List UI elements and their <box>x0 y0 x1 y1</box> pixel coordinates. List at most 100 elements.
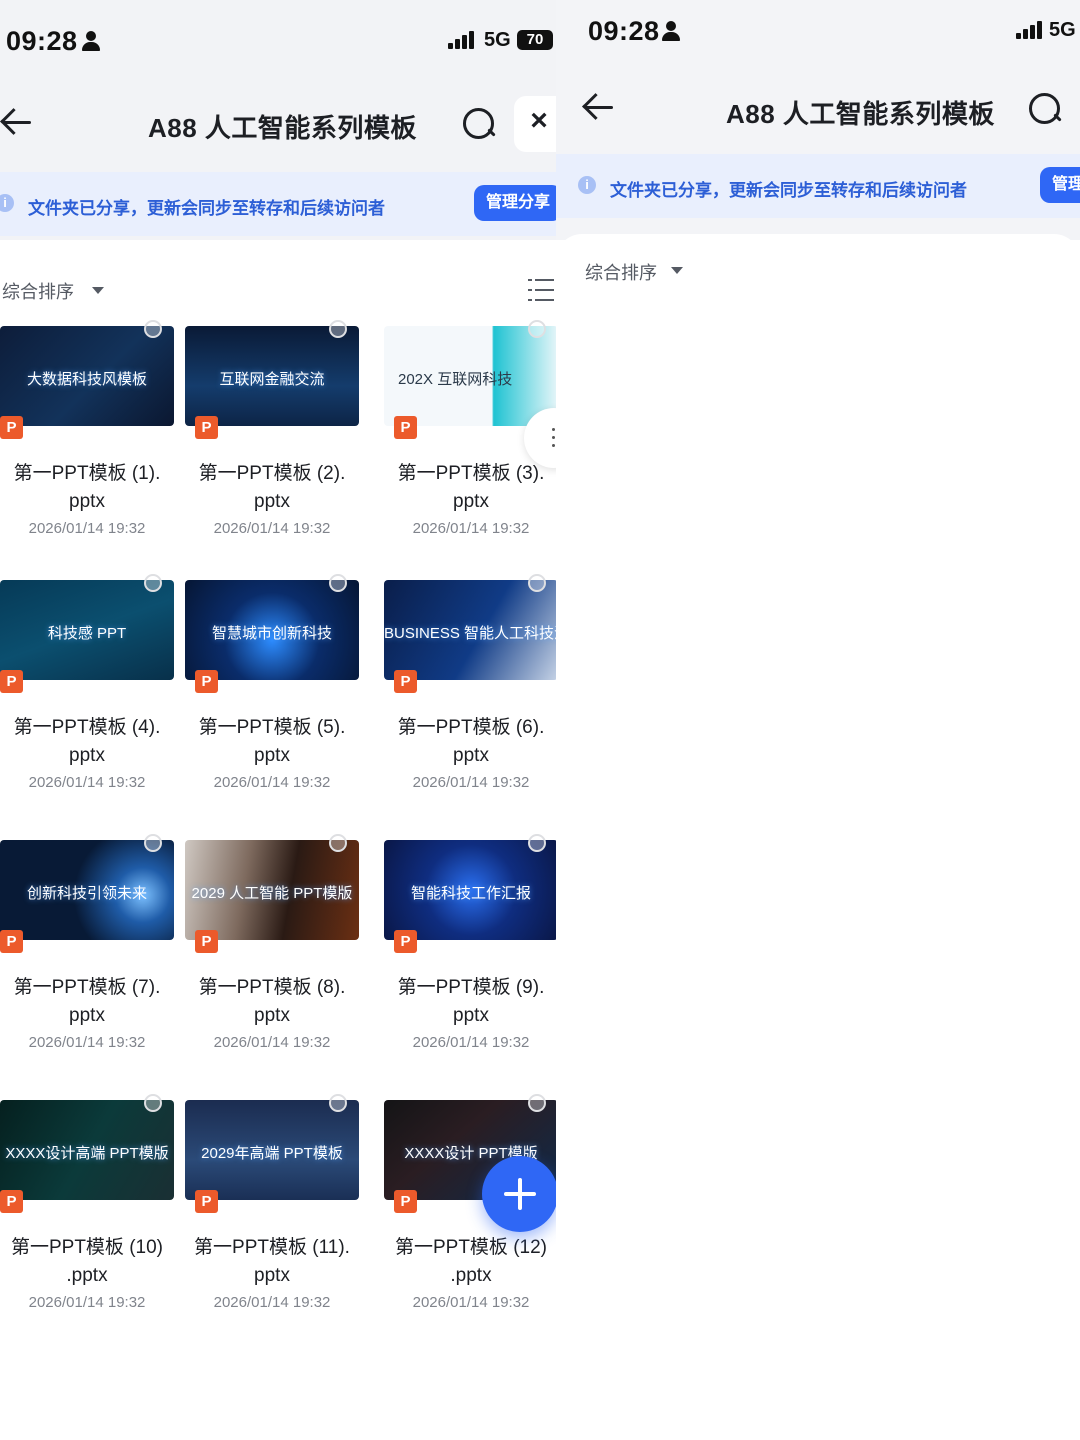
file-card[interactable]: 智能科技工作汇报 P 第一PPT模板 (9). pptx 2026/01/14 19:3… <box>384 834 556 1058</box>
thumbnail-title: 大数据科技风模板 <box>26 371 147 388</box>
page-title: A88 人工智能系列模板 <box>726 99 995 129</box>
file-name: 第一PPT模板 (10) <box>10 1237 164 1258</box>
share-notice-text: 文件夹已分享，更新会同步至转存和后续访问者 <box>610 181 967 200</box>
ppt-file-icon: P <box>0 670 23 693</box>
file-name: 第一PPT模板 (6). <box>397 717 545 738</box>
file-date: 2026/01/14 19:32 <box>213 520 331 537</box>
close-icon: × <box>530 104 548 137</box>
file-name: 第一PPT模板 (2). <box>198 463 346 484</box>
file-date: 2026/01/14 19:32 <box>28 520 146 537</box>
ppt-file-icon: P <box>394 416 417 439</box>
person-icon <box>82 31 100 51</box>
file-thumbnail[interactable]: 创新科技引领未来 <box>0 840 174 940</box>
file-date: 2026/01/14 19:32 <box>213 1294 331 1311</box>
file-thumbnail[interactable]: 2029 人工智能 PPT模版 <box>185 840 359 940</box>
select-checkbox[interactable] <box>329 834 347 852</box>
select-checkbox[interactable] <box>528 574 546 592</box>
file-name: 第一PPT模板 (5). <box>198 717 346 738</box>
select-checkbox[interactable] <box>144 1094 162 1112</box>
file-card[interactable]: 智慧城市创新科技 P 第一PPT模板 (5). pptx 2026/01/14 19:3… <box>185 574 359 798</box>
manage-share-button[interactable]: 管理 <box>1040 167 1080 203</box>
sort-dropdown[interactable]: 综合排序 <box>585 259 657 285</box>
screenshot-stage: 09:28 5G 70 A88 人工智能系列模板 × i 文件夹已分享，更新会同… <box>0 0 1080 1440</box>
file-name: 第一PPT模板 (3). <box>397 463 545 484</box>
file-name: 第一PPT模板 (1). <box>13 463 161 484</box>
thumbnail-title: XXXX设计高端 PPT模版 <box>5 1145 169 1162</box>
back-arrow-icon[interactable] <box>582 90 616 124</box>
file-date: 2026/01/14 19:32 <box>213 774 331 791</box>
file-date: 2026/01/14 19:32 <box>28 774 146 791</box>
file-thumbnail[interactable]: 2029年高端 PPT模板 <box>185 1100 359 1200</box>
thumbnail-title: 智慧城市创新科技 <box>211 625 332 642</box>
list-view-icon[interactable] <box>528 279 554 301</box>
ppt-file-icon: P <box>394 930 417 953</box>
thumbnail-title: BUSINESS 智能人工科技汇报 <box>384 625 556 642</box>
select-checkbox[interactable] <box>528 320 546 338</box>
search-icon[interactable] <box>1028 92 1062 126</box>
file-thumbnail[interactable]: 202X 互联网科技 <box>384 326 556 426</box>
info-icon: i <box>578 176 596 194</box>
file-date: 2026/01/14 19:32 <box>412 1034 530 1051</box>
thumbnail-title: 2029 人工智能 PPT模版 <box>191 885 353 902</box>
share-notice-text: 文件夹已分享，更新会同步至转存和后续访问者 <box>28 199 385 218</box>
network-type: 5G <box>1049 19 1076 41</box>
caret-down-icon <box>671 267 683 274</box>
file-extension: pptx <box>453 1005 489 1026</box>
file-extension: .pptx <box>66 1265 108 1286</box>
file-date: 2026/01/14 19:32 <box>28 1034 146 1051</box>
file-name: 第一PPT模板 (12) <box>394 1237 548 1258</box>
select-checkbox[interactable] <box>329 320 347 338</box>
file-thumbnail[interactable]: 智能科技工作汇报 <box>384 840 556 940</box>
select-checkbox[interactable] <box>329 1094 347 1112</box>
file-thumbnail[interactable]: 互联网金融交流 <box>185 326 359 426</box>
file-card[interactable]: 创新科技引领未来 P 第一PPT模板 (7). pptx 2026/01/14 19:3… <box>0 834 174 1058</box>
ppt-file-icon: P <box>0 1190 23 1213</box>
file-thumbnail[interactable]: 智慧城市创新科技 <box>185 580 359 680</box>
file-thumbnail[interactable]: BUSINESS 智能人工科技汇报 <box>384 580 556 680</box>
status-time: 09:28 <box>588 16 660 46</box>
file-sheet: 综合排序 <box>556 234 1080 1440</box>
sort-dropdown[interactable]: 综合排序 <box>2 278 74 304</box>
select-checkbox[interactable] <box>528 834 546 852</box>
nav-header: A88 人工智能系列模板 × <box>0 84 556 164</box>
file-card[interactable]: 互联网金融交流 P 第一PPT模板 (2). pptx 2026/01/14 19:32 <box>185 320 359 544</box>
nav-header: A88 人工智能系列模板 <box>556 68 1080 148</box>
battery-icon: 70 <box>517 30 553 50</box>
page-title: A88 人工智能系列模板 <box>148 113 417 143</box>
select-checkbox[interactable] <box>144 574 162 592</box>
sort-row: 综合排序 <box>0 270 556 310</box>
file-extension: pptx <box>254 1265 290 1286</box>
file-thumbnail[interactable]: 大数据科技风模板 <box>0 326 174 426</box>
ppt-file-icon: P <box>0 416 23 439</box>
thumbnail-title: 2029年高端 PPT模板 <box>201 1145 343 1162</box>
file-thumbnail[interactable]: 科技感 PPT <box>0 580 174 680</box>
status-bar: 09:28 5G <box>556 0 1080 72</box>
file-card[interactable]: 大数据科技风模板 P 第一PPT模板 (1). pptx 2026/01/14 19:3… <box>0 320 174 544</box>
back-arrow-icon[interactable] <box>0 105 34 139</box>
file-card[interactable]: XXXX设计高端 PPT模版 P 第一PPT模板 (10) .pptx 2026/01/… <box>0 1094 174 1318</box>
select-checkbox[interactable] <box>528 1094 546 1112</box>
status-time: 09:28 <box>6 26 78 56</box>
thumbnail-title: 科技感 PPT <box>47 625 127 642</box>
file-card[interactable]: 2029年高端 PPT模板 P 第一PPT模板 (11). pptx 2026/01/1… <box>185 1094 359 1318</box>
file-card[interactable]: BUSINESS 智能人工科技汇报 P 第一PPT模板 (6). pptx 2026/0… <box>384 574 556 798</box>
ppt-file-icon: P <box>394 1190 417 1213</box>
add-fab-button[interactable] <box>482 1156 556 1232</box>
file-card[interactable]: 2029 人工智能 PPT模版 P 第一PPT模板 (8). pptx 2026/01/… <box>185 834 359 1058</box>
file-extension: .pptx <box>450 1265 492 1286</box>
manage-share-button[interactable]: 管理分享 <box>474 185 556 221</box>
file-name: 第一PPT模板 (11). <box>194 1237 350 1258</box>
file-thumbnail[interactable]: XXXX设计高端 PPT模版 <box>0 1100 174 1200</box>
status-bar: 09:28 5G 70 <box>0 0 556 72</box>
close-button[interactable]: × <box>514 96 556 152</box>
signal-icon <box>1016 21 1044 39</box>
file-extension: pptx <box>69 1005 105 1026</box>
search-icon[interactable] <box>462 107 496 141</box>
file-card[interactable]: 科技感 PPT P 第一PPT模板 (4). pptx 2026/01/14 19:32 <box>0 574 174 798</box>
file-extension: pptx <box>69 491 105 512</box>
file-name: 第一PPT模板 (9). <box>397 977 545 998</box>
select-checkbox[interactable] <box>144 320 162 338</box>
select-checkbox[interactable] <box>329 574 347 592</box>
sort-row: 综合排序 <box>556 254 1080 294</box>
select-checkbox[interactable] <box>144 834 162 852</box>
